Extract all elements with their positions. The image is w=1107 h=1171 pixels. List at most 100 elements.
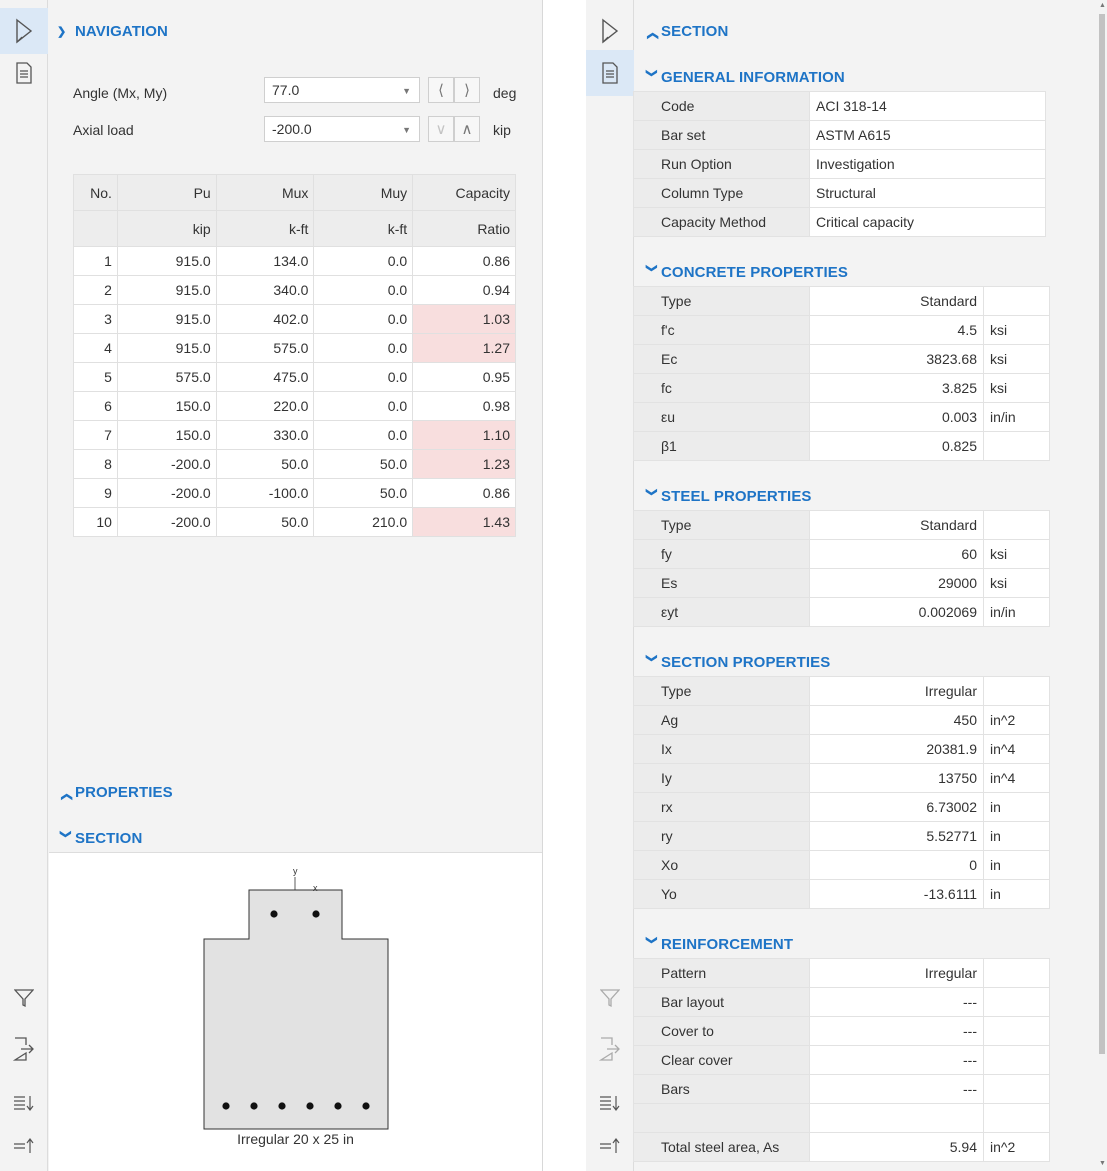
- property-unit: [983, 286, 1050, 316]
- dropdown-arrow-icon: ▼: [402, 86, 411, 96]
- property-row: Code ACI 318-14: [633, 91, 1046, 121]
- table-row[interactable]: 8 -200.0 50.0 50.0 1.23: [73, 449, 516, 479]
- property-unit: [983, 431, 1050, 461]
- section-header[interactable]: ❯ SECTION: [643, 19, 729, 43]
- section-properties-header[interactable]: ❯ SECTION PROPERTIES: [643, 650, 831, 674]
- property-row: rx 6.73002 in: [633, 792, 1050, 822]
- column-header[interactable]: Capacity: [412, 174, 516, 211]
- report-tool-button[interactable]: [0, 50, 48, 96]
- table-row[interactable]: 9 -200.0 -100.0 50.0 0.86: [73, 478, 516, 508]
- scroll-down-arrow-icon[interactable]: ▼: [1099, 1160, 1106, 1167]
- table-body: 1 915.0 134.0 0.0 0.86 2 915.0 340.0 0.0 0.94 3 915…: [73, 246, 516, 537]
- table-cell-no: 7: [73, 420, 118, 450]
- column-unit: [73, 210, 118, 247]
- filter-icon: [600, 989, 620, 1008]
- left-toolbar: [0, 0, 48, 1171]
- table-row[interactable]: 6 150.0 220.0 0.0 0.98: [73, 391, 516, 421]
- sort-ascending-button[interactable]: [586, 1123, 634, 1169]
- angle-next-button[interactable]: ⟩: [454, 77, 480, 103]
- section-view: y x Irregular 20 x 25 in: [49, 852, 542, 1171]
- property-unit: [983, 510, 1050, 540]
- table-row[interactable]: 10 -200.0 50.0 210.0 1.43: [73, 507, 516, 537]
- property-unit: in/in: [983, 597, 1050, 627]
- chevron-down-icon: ❯: [645, 653, 658, 663]
- scroll-up-arrow-icon[interactable]: ▲: [1099, 2, 1106, 9]
- right-content: ❯ SECTION ❯ GENERAL INFORMATION Code ACI …: [633, 0, 1097, 1171]
- axial-up-button[interactable]: ∧: [454, 116, 480, 142]
- column-unit: k-ft: [313, 210, 414, 247]
- table-row[interactable]: 1 915.0 134.0 0.0 0.86: [73, 246, 516, 276]
- property-value: 5.52771: [809, 821, 984, 851]
- table-row[interactable]: 3 915.0 402.0 0.0 1.03: [73, 304, 516, 334]
- axial-down-button[interactable]: ∨: [428, 116, 454, 142]
- report-tool-button[interactable]: [586, 50, 634, 96]
- navigation-header[interactable]: ❯ NAVIGATION: [57, 19, 168, 43]
- table-cell-ratio: 0.98: [412, 391, 516, 421]
- document-icon: [602, 62, 618, 84]
- table-cell-ratio: 0.86: [412, 246, 516, 276]
- cursor-tool-button[interactable]: [586, 8, 634, 54]
- property-row: εu 0.003 in/in: [633, 402, 1050, 432]
- property-value: 4.5: [809, 315, 984, 345]
- property-unit: ksi: [983, 539, 1050, 569]
- table-cell-no: 8: [73, 449, 118, 479]
- property-value: Standard: [809, 286, 984, 316]
- property-value: 20381.9: [809, 734, 984, 764]
- property-row: β1 0.825: [633, 431, 1050, 461]
- sort-descending-button[interactable]: [586, 1080, 634, 1126]
- property-row: Type Standard: [633, 510, 1050, 540]
- property-row: Type Standard: [633, 286, 1050, 316]
- axial-load-value: -200.0: [272, 121, 312, 137]
- property-value: 450: [809, 705, 984, 735]
- property-value: 0: [809, 850, 984, 880]
- property-row: Column Type Structural: [633, 178, 1046, 208]
- table-cell-mux: 50.0: [215, 449, 315, 479]
- property-value: 3.825: [809, 373, 984, 403]
- table-row[interactable]: 7 150.0 330.0 0.0 1.10: [73, 420, 516, 450]
- property-name: Clear cover: [633, 1045, 810, 1075]
- sort-ascending-button[interactable]: [0, 1123, 48, 1169]
- export-button[interactable]: [586, 1026, 634, 1072]
- concrete-properties-header[interactable]: ❯ CONCRETE PROPERTIES: [643, 260, 848, 284]
- table-cell-pu: 150.0: [116, 420, 217, 450]
- table-cell-mux: 475.0: [215, 362, 315, 392]
- section-header[interactable]: ❯ SECTION: [57, 826, 143, 850]
- table-row[interactable]: 5 575.0 475.0 0.0 0.95: [73, 362, 516, 392]
- general-information-header[interactable]: ❯ GENERAL INFORMATION: [643, 65, 845, 89]
- table-cell-muy: 0.0: [313, 391, 414, 421]
- column-unit: k-ft: [215, 210, 315, 247]
- filter-button[interactable]: [0, 975, 48, 1021]
- property-value: Irregular: [809, 958, 984, 988]
- property-unit: in: [983, 821, 1050, 851]
- angle-combobox[interactable]: 77.0 ▼: [264, 77, 420, 103]
- table-cell-ratio: 1.03: [412, 304, 516, 334]
- export-button[interactable]: [0, 1026, 48, 1072]
- cursor-tool-button[interactable]: [0, 8, 48, 54]
- reinforcement-header[interactable]: ❯ REINFORCEMENT: [643, 932, 794, 956]
- column-header[interactable]: No.: [73, 174, 118, 211]
- property-value: Standard: [809, 510, 984, 540]
- property-name: f'c: [633, 315, 810, 345]
- filter-button[interactable]: [586, 975, 634, 1021]
- table-cell-muy: 50.0: [313, 478, 414, 508]
- sort-descending-button[interactable]: [0, 1080, 48, 1126]
- table-row[interactable]: 4 915.0 575.0 0.0 1.27: [73, 333, 516, 363]
- column-header[interactable]: Mux: [215, 174, 315, 211]
- property-row: Bar layout ---: [633, 987, 1050, 1017]
- vertical-scrollbar[interactable]: ▲ ▼: [1097, 0, 1107, 1171]
- property-name: Column Type: [633, 178, 810, 208]
- scrollbar-thumb[interactable]: [1099, 14, 1105, 1054]
- steel-properties-header[interactable]: ❯ STEEL PROPERTIES: [643, 484, 812, 508]
- column-header[interactable]: Muy: [313, 174, 414, 211]
- property-name: fy: [633, 539, 810, 569]
- property-row: Type Irregular: [633, 676, 1050, 706]
- properties-header[interactable]: ❯ PROPERTIES: [57, 780, 173, 804]
- property-row: Clear cover ---: [633, 1045, 1050, 1075]
- table-cell-ratio: 1.27: [412, 333, 516, 363]
- angle-prev-button[interactable]: ⟨: [428, 77, 454, 103]
- property-row: f'c 4.5 ksi: [633, 315, 1050, 345]
- property-value: ASTM A615: [809, 120, 1046, 150]
- table-row[interactable]: 2 915.0 340.0 0.0 0.94: [73, 275, 516, 305]
- axial-load-combobox[interactable]: -200.0 ▼: [264, 116, 420, 142]
- column-header[interactable]: Pu: [116, 174, 217, 211]
